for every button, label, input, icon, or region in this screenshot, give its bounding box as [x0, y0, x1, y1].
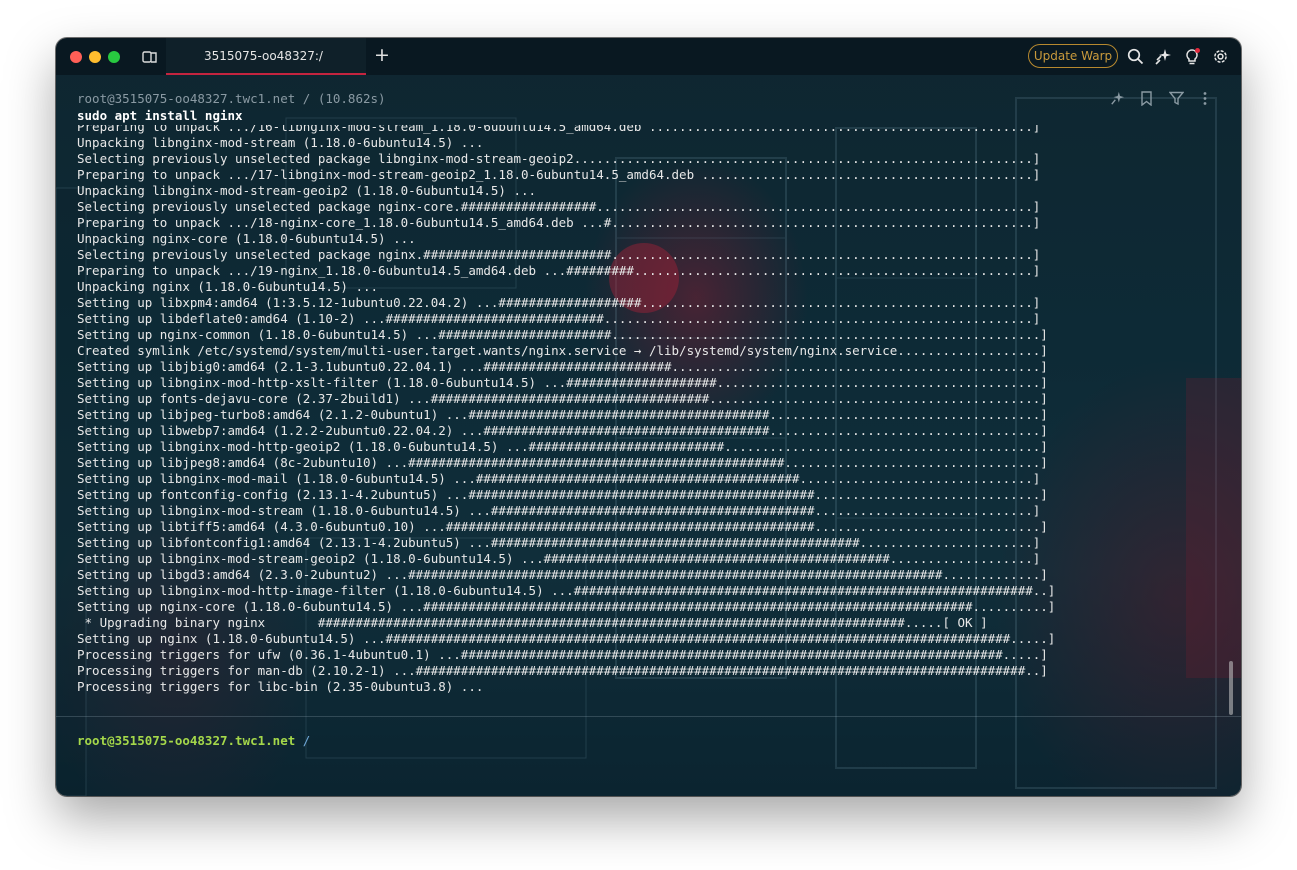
output-line: Setting up libwebp7:amd64 (1.2.2-2ubuntu… [77, 423, 1048, 438]
block-divider [56, 716, 1241, 717]
tab-active[interactable]: 3515075-oo48327:/ [166, 38, 366, 75]
output-line: Setting up libxpm4:amd64 (1:3.5.12-1ubun… [77, 295, 1041, 310]
output-lines: Preparing to unpack .../16-libnginx-mod-… [77, 125, 1055, 695]
scrollbar-thumb[interactable] [1229, 661, 1233, 715]
tab-title: 3515075-oo48327:/ [204, 49, 323, 63]
sparkle-icon[interactable] [1155, 48, 1172, 69]
block-command[interactable]: sudo apt install nginx [77, 108, 243, 123]
output-line: Setting up libjpeg-turbo8:amd64 (2.1.2-0… [77, 407, 1048, 422]
output-line: Selecting previously unselected package … [77, 247, 1041, 262]
output-line: Processing triggers for ufw (0.36.1-4ubu… [77, 647, 1048, 662]
tab-active-indicator [166, 73, 366, 75]
maximize-window-button[interactable] [108, 51, 120, 63]
output-line: Setting up libgd3:amd64 (2.3.0-2ubuntu2)… [77, 567, 1048, 582]
prompt-path: / [302, 733, 311, 748]
output-line: Setting up libjbig0:amd64 (2.1-3.1ubuntu… [77, 359, 1048, 374]
terminal-window: 3515075-oo48327:/ + Update Warp root@351… [56, 38, 1241, 796]
gear-icon[interactable] [1212, 48, 1229, 69]
output-line: Preparing to unpack .../16-libnginx-mod-… [77, 125, 1041, 134]
close-window-button[interactable] [70, 51, 82, 63]
output-line: Setting up libnginx-mod-stream-geoip2 (1… [77, 551, 1041, 566]
output-line: Setting up libfontconfig1:amd64 (2.13.1-… [77, 535, 1041, 550]
output-line: Setting up fonts-dejavu-core (2.37-2buil… [77, 391, 1048, 406]
output-line: Setting up libnginx-mod-mail (1.18.0-6ub… [77, 471, 1041, 486]
output-line: Preparing to unpack .../19-nginx_1.18.0-… [77, 263, 1041, 278]
output-line: Selecting previously unselected package … [77, 199, 1041, 214]
output-line: Setting up libtiff5:amd64 (4.3.0-6ubuntu… [77, 519, 1048, 534]
update-warp-button[interactable]: Update Warp [1028, 44, 1118, 68]
block-output: Preparing to unpack .../16-libnginx-mod-… [77, 125, 1217, 701]
output-line: Processing triggers for man-db (2.10.2-1… [77, 663, 1048, 678]
input-prompt[interactable]: root@3515075-oo48327.twc1.net / [77, 733, 310, 748]
output-line: Setting up libjpeg8:amd64 (8c-2ubuntu10)… [77, 455, 1048, 470]
panes-icon[interactable] [142, 49, 158, 68]
output-line: Created symlink /etc/systemd/system/mult… [77, 343, 1048, 358]
title-bar: 3515075-oo48327:/ + Update Warp [56, 38, 1241, 75]
output-line: Preparing to unpack .../17-libnginx-mod-… [77, 167, 1041, 182]
search-icon[interactable] [1127, 48, 1144, 69]
filter-icon[interactable] [1168, 91, 1185, 110]
prompt-user-host: root@3515075-oo48327.twc1.net [77, 733, 296, 748]
output-line: Setting up libdeflate0:amd64 (1.10-2) ..… [77, 311, 1041, 326]
output-line: Unpacking nginx-core (1.18.0-6ubuntu14.5… [77, 231, 416, 246]
new-tab-button[interactable]: + [374, 45, 390, 65]
output-line: Setting up nginx-common (1.18.0-6ubuntu1… [77, 327, 1048, 342]
output-line: Setting up libnginx-mod-http-geoip2 (1.1… [77, 439, 1048, 454]
output-line: Setting up libnginx-mod-http-image-filte… [77, 583, 1056, 598]
block-header: root@3515075-oo48327.twc1.net / (10.862s… [77, 91, 386, 106]
output-line: Setting up libnginx-mod-http-xslt-filter… [77, 375, 1048, 390]
output-line: Unpacking nginx (1.18.0-6ubuntu14.5) ... [77, 279, 379, 294]
sparkle-icon[interactable] [1110, 91, 1125, 110]
output-line: Unpacking libnginx-mod-stream (1.18.0-6u… [77, 135, 484, 150]
output-line: Setting up nginx (1.18.0-6ubuntu14.5) ..… [77, 631, 1056, 646]
minimize-window-button[interactable] [89, 51, 101, 63]
output-line: Setting up libnginx-mod-stream (1.18.0-6… [77, 503, 1041, 518]
lightbulb-icon[interactable] [1184, 48, 1201, 70]
output-line: Unpacking libnginx-mod-stream-geoip2 (1.… [77, 183, 537, 198]
output-line: Setting up fontconfig-config (2.13.1-4.2… [77, 487, 1048, 502]
output-line: Preparing to unpack .../18-nginx-core_1.… [77, 215, 1041, 230]
bookmark-icon[interactable] [1140, 91, 1153, 110]
output-line: Processing triggers for libc-bin (2.35-0… [77, 679, 484, 694]
output-line: * Upgrading binary nginx ###############… [77, 615, 988, 630]
more-vertical-icon[interactable] [1202, 91, 1208, 110]
output-line: Selecting previously unselected package … [77, 151, 1041, 166]
output-line: Setting up nginx-core (1.18.0-6ubuntu14.… [77, 599, 1056, 614]
